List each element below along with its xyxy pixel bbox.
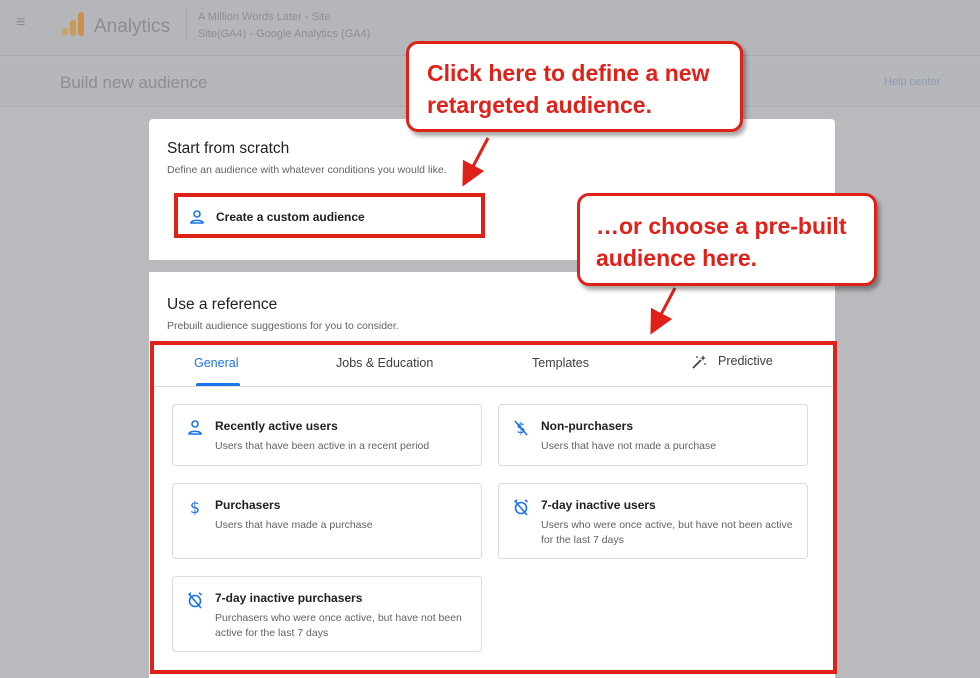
top-callout: Click here to define a new retargeted au… (406, 41, 743, 132)
right-callout: …or choose a pre-built audience here. (577, 193, 877, 286)
top-callout-line2: retargeted audience. (427, 92, 652, 118)
top-callout-arrow (462, 137, 490, 187)
right-callout-line1: …or choose a pre-built (596, 213, 847, 239)
right-callout-line2: audience here. (596, 245, 758, 271)
right-callout-arrow (650, 287, 677, 335)
top-callout-line1: Click here to define a new (427, 60, 710, 86)
